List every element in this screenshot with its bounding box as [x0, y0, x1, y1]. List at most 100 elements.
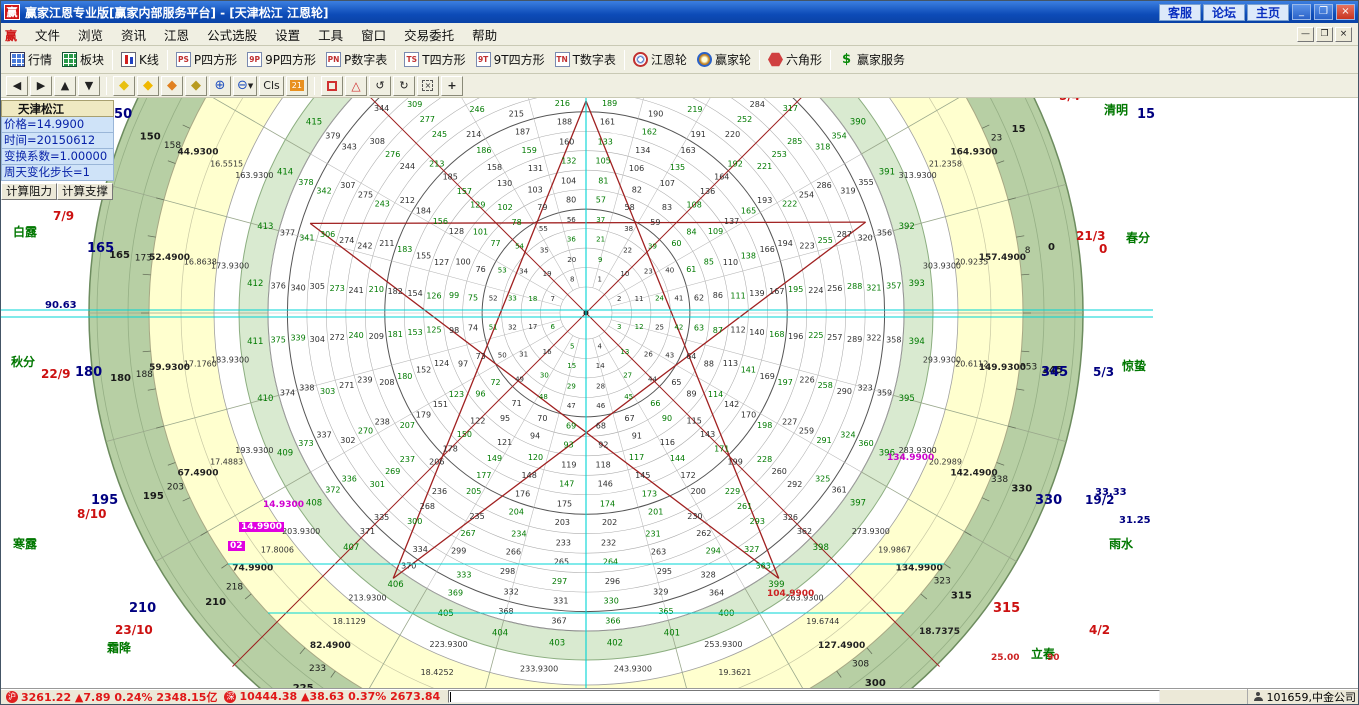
svg-text:14: 14 [596, 362, 605, 370]
svg-text:54: 54 [515, 243, 524, 251]
svg-text:308: 308 [370, 137, 385, 146]
svg-text:338: 338 [991, 475, 1008, 485]
step-row: 周天变化步长=1 [1, 165, 114, 181]
svg-text:223.9300: 223.9300 [430, 640, 468, 649]
rotate-ccw-button[interactable]: ↺ [369, 76, 391, 96]
svg-text:19.3621: 19.3621 [718, 668, 751, 677]
svg-text:337: 337 [316, 431, 331, 440]
t-number-table-button[interactable]: TN T数字表 [550, 48, 621, 71]
diamond-tool-3-button[interactable]: ◆ [161, 76, 183, 96]
menu-window[interactable]: 窗口 [352, 23, 395, 46]
cls-button[interactable]: Cls [259, 76, 283, 96]
calc-support-button[interactable]: 计算支撑 [57, 183, 113, 200]
svg-text:91: 91 [632, 431, 642, 440]
svg-text:305: 305 [310, 282, 325, 291]
draw-square-button[interactable] [321, 76, 343, 96]
svg-text:85: 85 [704, 258, 714, 267]
next-button[interactable]: ▶ [30, 76, 52, 96]
svg-text:330: 330 [604, 596, 619, 605]
svg-text:338: 338 [299, 383, 314, 392]
svg-text:59.9300: 59.9300 [149, 363, 190, 373]
triangle-icon: △ [351, 79, 360, 93]
svg-text:17.4883: 17.4883 [210, 457, 243, 466]
diamond-tool-4-button[interactable]: ◆ [185, 76, 207, 96]
kline-button[interactable]: K线 [116, 48, 164, 71]
stock-code-input[interactable] [448, 690, 1160, 703]
price-tag: 14.9900 [239, 522, 284, 532]
svg-text:75: 75 [468, 294, 478, 303]
menu-file[interactable]: 文件 [26, 23, 69, 46]
nine-p-square-button[interactable]: 9P 9P四方形 [242, 48, 321, 71]
calc-resistance-button[interactable]: 计算阻力 [1, 183, 57, 200]
move-icon: + [447, 79, 456, 92]
wheel-outer-label: 4/2 [1089, 623, 1110, 637]
menu-settings[interactable]: 设置 [266, 23, 309, 46]
menu-news[interactable]: 资讯 [112, 23, 155, 46]
nine-t-square-button[interactable]: 9T 9T四方形 [471, 48, 550, 71]
hexagon-button[interactable]: 六角形 [763, 48, 827, 71]
svg-text:332: 332 [504, 588, 519, 597]
svg-text:99: 99 [449, 291, 459, 300]
svg-text:263: 263 [651, 548, 666, 557]
svg-text:207: 207 [400, 421, 415, 430]
draw-triangle-button[interactable]: △ [345, 76, 367, 96]
up-button[interactable]: ▲ [54, 76, 76, 96]
svg-text:241: 241 [348, 286, 363, 295]
calendar-button[interactable]: 21 [286, 76, 308, 96]
title-bar: 赢 赢家江恩专业版[赢家内部服务平台] - [天津松江 江恩轮] 客服 论坛 主… [1, 1, 1358, 23]
close-button[interactable]: × [1336, 4, 1355, 20]
svg-text:105: 105 [595, 156, 610, 165]
svg-text:266: 266 [506, 548, 521, 557]
svg-text:103: 103 [527, 186, 542, 195]
svg-text:240: 240 [348, 331, 363, 340]
prev-button[interactable]: ◀ [6, 76, 28, 96]
winner-service-button[interactable]: $ 赢家服务 [834, 48, 910, 71]
menu-browse[interactable]: 浏览 [69, 23, 112, 46]
svg-text:10: 10 [620, 270, 629, 278]
p-square-button[interactable]: PS P四方形 [171, 48, 242, 71]
sectors-button[interactable]: 板块 [57, 48, 109, 71]
diamond-tool-2-button[interactable]: ◆ [137, 76, 159, 96]
svg-text:209: 209 [369, 332, 384, 341]
customer-service-button[interactable]: 客服 [1159, 4, 1201, 21]
svg-text:355: 355 [858, 178, 873, 187]
menu-trading[interactable]: 交易委托 [395, 23, 463, 46]
filter-button[interactable]: ▼ [78, 76, 100, 96]
gann-wheel-button[interactable]: 江恩轮 [628, 48, 692, 71]
svg-text:119: 119 [561, 461, 576, 470]
maximize-button[interactable]: ❐ [1314, 4, 1333, 20]
delete-selection-button[interactable]: × [417, 76, 439, 96]
quotes-button[interactable]: 行情 [5, 48, 57, 71]
zoom-out-button[interactable]: ⊖▼ [233, 76, 257, 96]
svg-text:220: 220 [725, 130, 740, 139]
homepage-button[interactable]: 主页 [1247, 4, 1289, 21]
menu-tools[interactable]: 工具 [309, 23, 352, 46]
move-tool-button[interactable]: + [441, 76, 463, 96]
diamond-tool-1-button[interactable]: ◆ [113, 76, 135, 96]
mdi-minimize-button[interactable]: — [1297, 27, 1314, 42]
svg-text:170: 170 [741, 411, 756, 420]
svg-text:19: 19 [543, 270, 552, 278]
mdi-close-button[interactable]: × [1335, 27, 1352, 42]
winner-wheel-button[interactable]: 赢家轮 [692, 48, 756, 71]
menu-help[interactable]: 帮助 [463, 23, 506, 46]
gann-wheel-chart-area[interactable]: 1234567891011121314151617181920212223242… [1, 98, 1358, 688]
svg-text:412: 412 [247, 279, 263, 289]
svg-text:233: 233 [309, 664, 326, 674]
zoom-in-button[interactable]: ⊕ [209, 76, 231, 96]
svg-text:402: 402 [607, 639, 623, 649]
svg-text:395: 395 [899, 394, 915, 404]
dashed-box-icon: × [422, 80, 433, 91]
menu-stock-picker[interactable]: 公式选股 [198, 23, 266, 46]
svg-text:212: 212 [400, 196, 415, 205]
p-number-table-button[interactable]: PN P数字表 [321, 48, 392, 71]
svg-text:354: 354 [831, 131, 846, 140]
mdi-restore-button[interactable]: ❐ [1316, 27, 1333, 42]
minimize-button[interactable]: _ [1292, 4, 1311, 20]
t-square-button[interactable]: TS T四方形 [399, 48, 470, 71]
menu-gann[interactable]: 江恩 [155, 23, 198, 46]
svg-text:11: 11 [635, 295, 644, 303]
rotate-cw-button[interactable]: ↻ [393, 76, 415, 96]
svg-text:218: 218 [226, 583, 243, 593]
forum-button[interactable]: 论坛 [1203, 4, 1245, 21]
